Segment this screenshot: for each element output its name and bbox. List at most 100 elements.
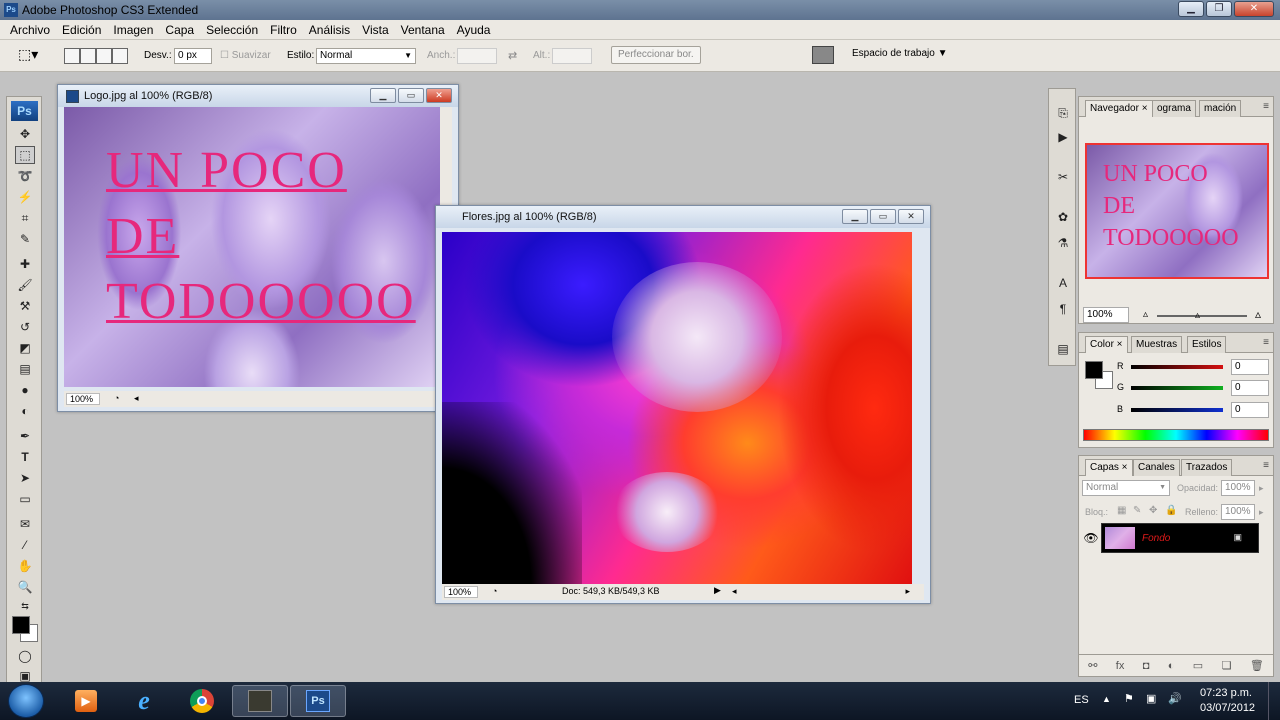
adjustment-layer-icon[interactable]: ◐	[1168, 660, 1175, 672]
paragraph-panel-icon[interactable]: ¶	[1054, 301, 1072, 317]
new-group-icon[interactable]: ▭	[1193, 659, 1203, 672]
panel-menu-icon[interactable]: ≡	[1263, 337, 1269, 348]
zoom-out-icon[interactable]: ▵	[1143, 309, 1148, 320]
link-layers-icon[interactable]: ⚯	[1088, 659, 1097, 672]
eyedropper-icon[interactable]: ✎	[15, 230, 35, 248]
desv-input[interactable]: 0 px	[174, 48, 212, 64]
channel-b-value[interactable]: 0	[1231, 402, 1269, 418]
channel-r-value[interactable]: 0	[1231, 359, 1269, 375]
channel-b-slider[interactable]	[1131, 408, 1223, 412]
close-button[interactable]: ✕	[426, 88, 452, 103]
tab-estilos[interactable]: Estilos	[1187, 336, 1227, 353]
tab-animacion[interactable]: mación	[1199, 100, 1242, 117]
workspace-icon[interactable]	[812, 46, 834, 64]
flores-canvas[interactable]	[442, 232, 912, 584]
maximize-button[interactable]: ▭	[870, 209, 896, 224]
tab-muestras[interactable]: Muestras	[1131, 336, 1183, 353]
channel-r-slider[interactable]	[1131, 365, 1223, 369]
minimize-button[interactable]: ▁	[370, 88, 396, 103]
blend-mode-select[interactable]: Normal ▼	[1082, 480, 1170, 496]
minimize-button[interactable]: ▁	[1178, 1, 1204, 17]
fill-arrow-icon[interactable]: ▸	[1259, 507, 1264, 518]
scroll-right-icon[interactable]: ▸	[905, 586, 910, 597]
color-fg-swatch[interactable]	[1085, 361, 1103, 379]
panel-menu-icon[interactable]: ≡	[1263, 460, 1269, 471]
tab-navegador[interactable]: Navegador ×	[1085, 100, 1153, 117]
language-indicator[interactable]: ES	[1074, 694, 1089, 706]
history-brush-icon[interactable]: ↺	[15, 318, 35, 336]
pen-tool-icon[interactable]: ✒	[15, 427, 35, 445]
lock-transparency-icon[interactable]: ▦	[1117, 505, 1126, 516]
channel-g-value[interactable]: 0	[1231, 380, 1269, 396]
swap-dimensions-icon[interactable]: ⇄	[508, 49, 517, 62]
zoom-field[interactable]: 100%	[66, 393, 101, 405]
volume-icon[interactable]: 🔊	[1168, 692, 1182, 705]
tab-color[interactable]: Color ×	[1085, 336, 1128, 353]
document-window-flores[interactable]: Flores.jpg al 100% (RGB/8) ▁ ▭ ✕ 100% ◔ …	[435, 205, 931, 604]
workspace-menu[interactable]: Espacio de trabajo ▼	[852, 48, 948, 59]
taskbar-photoshop[interactable]: Ps	[290, 685, 346, 717]
clock-date[interactable]: 03/07/2012	[1200, 702, 1255, 714]
layer-style-icon[interactable]: fx	[1116, 660, 1125, 672]
scroll-left-icon[interactable]: ◂	[134, 393, 139, 404]
menu-edicion[interactable]: Edición	[56, 23, 107, 37]
scroll-left-icon[interactable]: ◂	[732, 586, 737, 597]
menu-imagen[interactable]: Imagen	[107, 23, 159, 37]
start-button[interactable]	[8, 684, 44, 718]
path-selection-icon[interactable]: ➤	[15, 469, 35, 487]
opacity-arrow-icon[interactable]: ▸	[1259, 483, 1264, 494]
refine-edge-button[interactable]: Perfeccionar bor.	[611, 46, 701, 64]
gradient-tool-icon[interactable]: ▤	[15, 360, 35, 378]
tab-histograma[interactable]: ograma	[1152, 100, 1196, 117]
document-title-bar[interactable]: Logo.jpg al 100% (RGB/8) ▁ ▭ ✕	[58, 85, 458, 107]
close-button[interactable]: ✕	[898, 209, 924, 224]
new-selection-icon[interactable]	[64, 48, 80, 64]
dodge-tool-icon[interactable]: ◐	[15, 402, 35, 420]
layer-comps-icon[interactable]: ▤	[1054, 341, 1072, 357]
magic-wand-icon[interactable]: ⚡	[15, 188, 35, 206]
zoom-field[interactable]: 100%	[444, 586, 479, 598]
menu-capa[interactable]: Capa	[159, 23, 200, 37]
subtract-selection-icon[interactable]	[96, 48, 112, 64]
color-spectrum-bar[interactable]	[1083, 429, 1269, 441]
estilo-select[interactable]: Normal ▼	[316, 48, 416, 64]
maximize-button[interactable]: ▭	[398, 88, 424, 103]
character-panel-icon[interactable]: A	[1054, 275, 1072, 291]
menu-analisis[interactable]: Análisis	[303, 23, 356, 37]
menu-vista[interactable]: Vista	[356, 23, 394, 37]
layer-mask-icon[interactable]: ◘	[1143, 660, 1150, 672]
history-panel-icon[interactable]: ⎘	[1054, 105, 1072, 121]
intersect-selection-icon[interactable]	[112, 48, 128, 64]
close-button[interactable]: ✕	[1234, 1, 1274, 17]
fill-field[interactable]: 100%	[1221, 504, 1255, 520]
status-menu-icon[interactable]: ◔	[492, 586, 497, 596]
crop-tool-icon[interactable]: ⌗	[15, 209, 35, 227]
network-icon[interactable]: ▣	[1146, 692, 1156, 705]
brush-tool-icon[interactable]: 🖌	[15, 276, 35, 294]
brushes-panel-icon[interactable]: ✿	[1054, 209, 1072, 225]
lock-pixels-icon[interactable]: ✎	[1133, 505, 1141, 516]
status-menu-icon[interactable]: ◔	[114, 393, 119, 403]
document-window-logo[interactable]: Logo.jpg al 100% (RGB/8) ▁ ▭ ✕ UN POCO D…	[57, 84, 459, 412]
zoom-tool-icon[interactable]: 🔍	[15, 578, 35, 596]
blur-tool-icon[interactable]: ●	[15, 381, 35, 399]
minimize-button[interactable]: ▁	[842, 209, 868, 224]
zoom-in-icon[interactable]: ▵	[1255, 307, 1261, 321]
shape-tool-icon[interactable]: ▭	[15, 490, 35, 508]
show-desktop-button[interactable]	[1268, 682, 1280, 720]
panel-menu-icon[interactable]: ≡	[1263, 101, 1269, 112]
layer-row[interactable]: 👁 Fondo ▣	[1081, 522, 1271, 554]
move-tool-icon[interactable]: ✥	[15, 125, 35, 143]
type-tool-icon[interactable]: T	[15, 448, 35, 466]
show-hidden-icons-icon[interactable]: ▲	[1102, 694, 1111, 704]
quick-mask-icon[interactable]: ◯	[15, 647, 35, 665]
hand-tool-icon[interactable]: ✋	[15, 557, 35, 575]
document-title-bar[interactable]: Flores.jpg al 100% (RGB/8) ▁ ▭ ✕	[436, 206, 930, 228]
zoom-slider-thumb[interactable]: ▵	[1195, 310, 1200, 321]
notes-tool-icon[interactable]: ✉	[15, 515, 35, 533]
suavizar-checkbox[interactable]: ☐ Suavizar	[220, 50, 271, 61]
marquee-tool-icon[interactable]: ⬚	[15, 146, 35, 164]
menu-filtro[interactable]: Filtro	[264, 23, 303, 37]
navigator-zoom-slider[interactable]	[1157, 315, 1247, 317]
taskbar-internet-explorer[interactable]: e	[116, 685, 172, 717]
